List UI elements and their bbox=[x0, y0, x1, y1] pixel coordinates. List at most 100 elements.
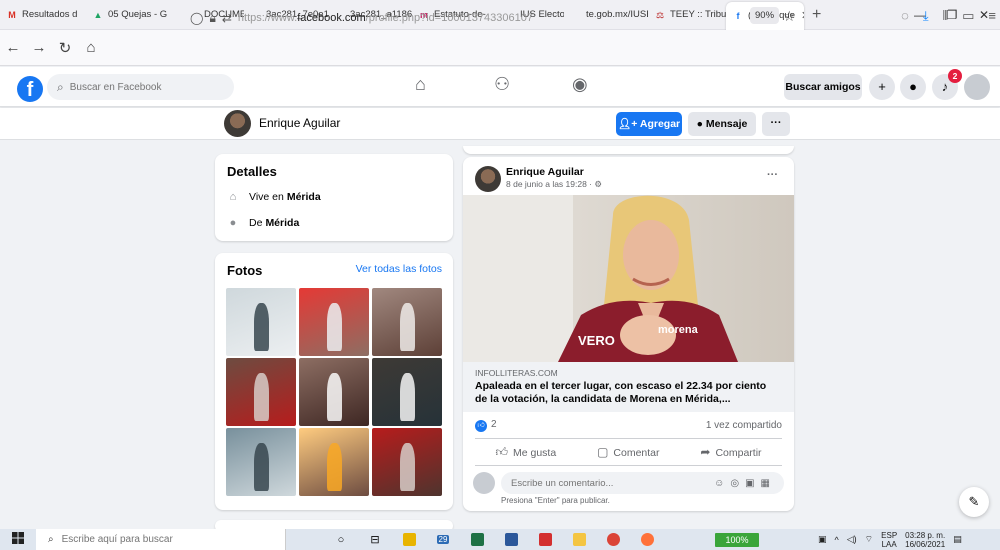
url-bar[interactable]: ◯ 🔒︎ ⇄ https://www. facebook.com/profile.… bbox=[190, 5, 810, 31]
comment-button[interactable]: ▢ Comentar bbox=[597, 445, 659, 459]
permissions-icon[interactable]: ⇄ bbox=[222, 11, 232, 25]
find-friends-button[interactable]: Buscar amigos bbox=[784, 74, 862, 100]
reactions-summary[interactable]: 👍︎ 2 bbox=[475, 419, 497, 432]
account-avatar[interactable] bbox=[964, 74, 990, 100]
shield-icon[interactable]: ◯ bbox=[190, 11, 203, 25]
image-overlay-left-text: VERO bbox=[578, 333, 615, 348]
post-author-avatar[interactable] bbox=[475, 166, 501, 192]
bookmark-star-icon[interactable]: ☆ bbox=[783, 8, 796, 25]
post-stats: 👍︎ 2 1 vez compartido bbox=[475, 419, 782, 432]
post-options-button[interactable]: ··· bbox=[767, 169, 778, 181]
link-preview[interactable]: INFOLLITERAS.COM Apaleada en el tercer l… bbox=[463, 362, 794, 412]
comment-label: Comentar bbox=[613, 447, 660, 459]
add-friend-button[interactable]: 👤︎+ Agregar bbox=[616, 112, 682, 136]
volume-icon[interactable]: ◁) bbox=[847, 534, 857, 545]
from-city[interactable]: Mérida bbox=[265, 217, 299, 229]
taskbar-apps: ○ ⊟ 29 bbox=[326, 531, 662, 548]
photo-thumbnail[interactable] bbox=[372, 358, 442, 426]
taskbar-search-input[interactable] bbox=[61, 534, 262, 545]
reload-icon[interactable]: ↻ bbox=[52, 39, 78, 57]
chrome-icon[interactable] bbox=[598, 531, 628, 548]
photo-thumbnail[interactable] bbox=[299, 428, 369, 496]
search-input[interactable] bbox=[69, 81, 220, 93]
weather-icon[interactable]: 29 bbox=[428, 531, 458, 548]
share-count[interactable]: 1 vez compartido bbox=[706, 420, 782, 431]
see-all-photos-link[interactable]: Ver todas las fotos bbox=[356, 263, 442, 275]
groups-nav-icon[interactable]: ◉ bbox=[572, 74, 588, 95]
photo-thumbnail[interactable] bbox=[226, 288, 296, 356]
photo-subject bbox=[254, 372, 270, 421]
photo-thumbnail[interactable] bbox=[299, 288, 369, 356]
comment-tools-icons[interactable]: ☺◎▣▦ bbox=[714, 478, 776, 489]
browser-tab[interactable]: ▲ 05 Quejas - G bbox=[86, 0, 182, 30]
share-arrow-icon: ➦ bbox=[700, 445, 711, 459]
share-button[interactable]: ➦ Compartir bbox=[700, 445, 761, 459]
back-icon[interactable]: ← bbox=[0, 39, 26, 56]
excel-icon[interactable] bbox=[462, 531, 492, 548]
more-options-button[interactable]: ··· bbox=[762, 112, 790, 136]
firefox-icon[interactable] bbox=[632, 531, 662, 548]
new-tab-icon[interactable]: + bbox=[812, 6, 821, 24]
like-button[interactable]: 👍︎ Me gusta bbox=[495, 445, 556, 460]
sticky-notes-icon[interactable] bbox=[394, 531, 424, 548]
photo-thumbnail[interactable] bbox=[299, 358, 369, 426]
messenger-icon[interactable]: ● bbox=[900, 74, 926, 100]
language-indicator[interactable]: ESP LAA bbox=[881, 531, 897, 549]
browser-tab[interactable]: M Resultados d bbox=[0, 0, 86, 30]
friends-nav-icon[interactable]: ⚇ bbox=[494, 74, 510, 95]
post-timestamp[interactable]: 8 de junio a las 19:28 · ⚙ bbox=[506, 179, 602, 190]
message-button[interactable]: ● Mensaje bbox=[688, 112, 756, 136]
pocket-icon[interactable]: ◌ bbox=[901, 8, 909, 24]
lives-in-city[interactable]: Mérida bbox=[287, 191, 321, 203]
taskbar-search[interactable]: ⌕ bbox=[36, 529, 286, 550]
file-explorer-icon[interactable] bbox=[564, 531, 594, 548]
photo-subject bbox=[327, 442, 343, 491]
thumbs-up-icon: 👍︎ bbox=[495, 444, 508, 459]
add-friend-icon: 👤︎+ bbox=[617, 118, 640, 130]
profile-avatar[interactable] bbox=[224, 110, 251, 137]
comment-bubble-icon: ▢ bbox=[597, 445, 609, 459]
browser-toolbar-right: ◌ ⤓ ⫴ ▭ ≡ bbox=[901, 8, 996, 24]
photo-thumbnail[interactable] bbox=[226, 428, 296, 496]
forward-icon[interactable]: → bbox=[26, 39, 52, 56]
windows-start-icon[interactable] bbox=[0, 532, 36, 547]
menu-icon[interactable]: ≡ bbox=[988, 8, 996, 24]
photo-thumbnail[interactable] bbox=[372, 428, 442, 496]
clock[interactable]: 03:28 p. m. 16/06/2021 bbox=[905, 531, 945, 549]
link-title-line-2: de la votación, la candidata de Morena e… bbox=[475, 393, 731, 405]
home-nav-icon[interactable]: ⌂ bbox=[415, 74, 426, 95]
word-icon[interactable] bbox=[496, 531, 526, 548]
task-view-icon[interactable]: ⊟ bbox=[360, 531, 390, 548]
cortana-icon[interactable]: ○ bbox=[326, 531, 356, 548]
comment-box[interactable]: ☺◎▣▦ bbox=[501, 472, 784, 494]
language-line-2: LAA bbox=[881, 539, 897, 549]
post-link-image[interactable]: VERO morena bbox=[463, 195, 794, 362]
home-icon[interactable]: ⌂ bbox=[78, 39, 104, 56]
battery-percent[interactable]: 100% bbox=[715, 533, 759, 547]
lock-icon[interactable]: 🔒︎ bbox=[209, 11, 215, 26]
photo-thumbnail[interactable] bbox=[372, 288, 442, 356]
taskbar-search-icon: ⌕ bbox=[48, 534, 54, 545]
facebook-search[interactable]: ⌕ bbox=[47, 74, 234, 100]
tray-keyboard-icon[interactable]: ▣ bbox=[818, 534, 827, 545]
photo-subject bbox=[327, 372, 343, 421]
profile-name[interactable]: Enrique Aguilar bbox=[259, 116, 340, 130]
tray-chevron-icon[interactable]: ^ bbox=[835, 535, 839, 545]
post-author-name[interactable]: Enrique Aguilar bbox=[506, 166, 584, 178]
acrobat-icon[interactable] bbox=[530, 531, 560, 548]
photo-subject bbox=[400, 442, 416, 491]
sidebar-icon[interactable]: ▭ bbox=[962, 8, 974, 24]
network-icon[interactable]: ⌔ bbox=[865, 534, 873, 545]
comment-input[interactable] bbox=[511, 477, 671, 489]
action-center-icon[interactable]: ▤ bbox=[953, 534, 962, 545]
facebook-logo[interactable]: f bbox=[17, 76, 43, 102]
library-icon[interactable]: ⫴ bbox=[943, 8, 948, 24]
photo-thumbnail[interactable] bbox=[226, 358, 296, 426]
like-count: 2 bbox=[491, 419, 497, 430]
download-icon[interactable]: ⤓ bbox=[923, 8, 929, 24]
zoom-level[interactable]: 90% bbox=[750, 7, 780, 24]
new-message-icon[interactable]: ✎ bbox=[959, 487, 989, 517]
url-path: /profile.php?id=100013743306107 bbox=[365, 12, 533, 24]
create-icon[interactable]: + bbox=[869, 74, 895, 100]
tab-label: Resultados d bbox=[22, 9, 78, 20]
